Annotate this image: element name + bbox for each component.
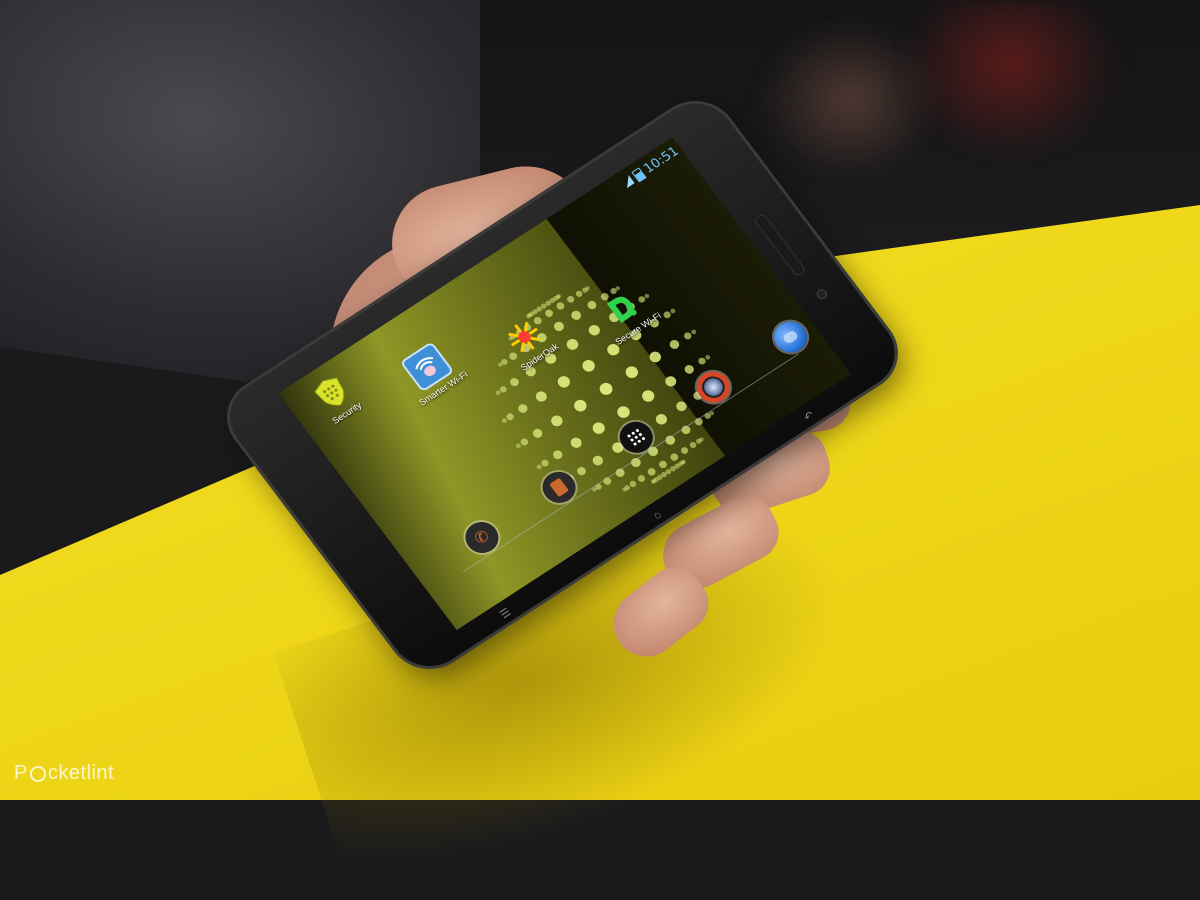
globe-dot — [536, 464, 542, 470]
messages-icon — [549, 477, 569, 498]
globe-dot — [553, 450, 563, 460]
pocketlint-watermark: P cketlint — [14, 762, 114, 785]
globe-dot — [637, 475, 646, 482]
browser-button[interactable] — [767, 315, 814, 359]
globe-dot — [669, 340, 680, 349]
globe-dot — [684, 332, 692, 340]
globe-dot — [520, 438, 529, 446]
globe-dot — [647, 468, 656, 476]
globe-dot — [571, 310, 582, 320]
power-logo-icon — [29, 765, 46, 782]
app-drawer-icon — [627, 429, 645, 446]
globe-dot — [515, 443, 521, 449]
globe-dot — [691, 329, 697, 335]
globe-dot — [535, 391, 547, 402]
globe-dot — [684, 364, 694, 374]
globe-dot — [680, 447, 689, 454]
globe-dot — [599, 382, 613, 395]
globe-dot — [659, 460, 667, 469]
skin-blur-background — [760, 20, 940, 180]
photo-scene: 10:51 Security Smarter Wi-Fi SpiderOak S… — [0, 0, 1200, 900]
globe-dot — [670, 453, 679, 461]
globe-dot — [551, 415, 563, 427]
globe-browser-icon — [781, 329, 800, 345]
globe-dot — [501, 418, 507, 423]
watermark-text-start: P — [14, 762, 28, 784]
globe-dot — [705, 354, 711, 360]
globe-dot — [518, 404, 528, 413]
globe-dot — [557, 376, 570, 388]
globe-dot — [582, 359, 595, 372]
globe-dot — [567, 295, 575, 303]
camera-icon — [697, 372, 730, 402]
watermark-text-end: cketlint — [47, 762, 115, 784]
globe-dot — [625, 366, 638, 379]
globe-dot — [532, 428, 543, 438]
globe-dot — [649, 351, 661, 363]
battery-icon — [630, 167, 647, 183]
globe-dot — [556, 302, 565, 310]
phone-icon: ✆ — [471, 527, 493, 549]
globe-dot — [574, 399, 587, 412]
signal-icon — [620, 175, 635, 189]
